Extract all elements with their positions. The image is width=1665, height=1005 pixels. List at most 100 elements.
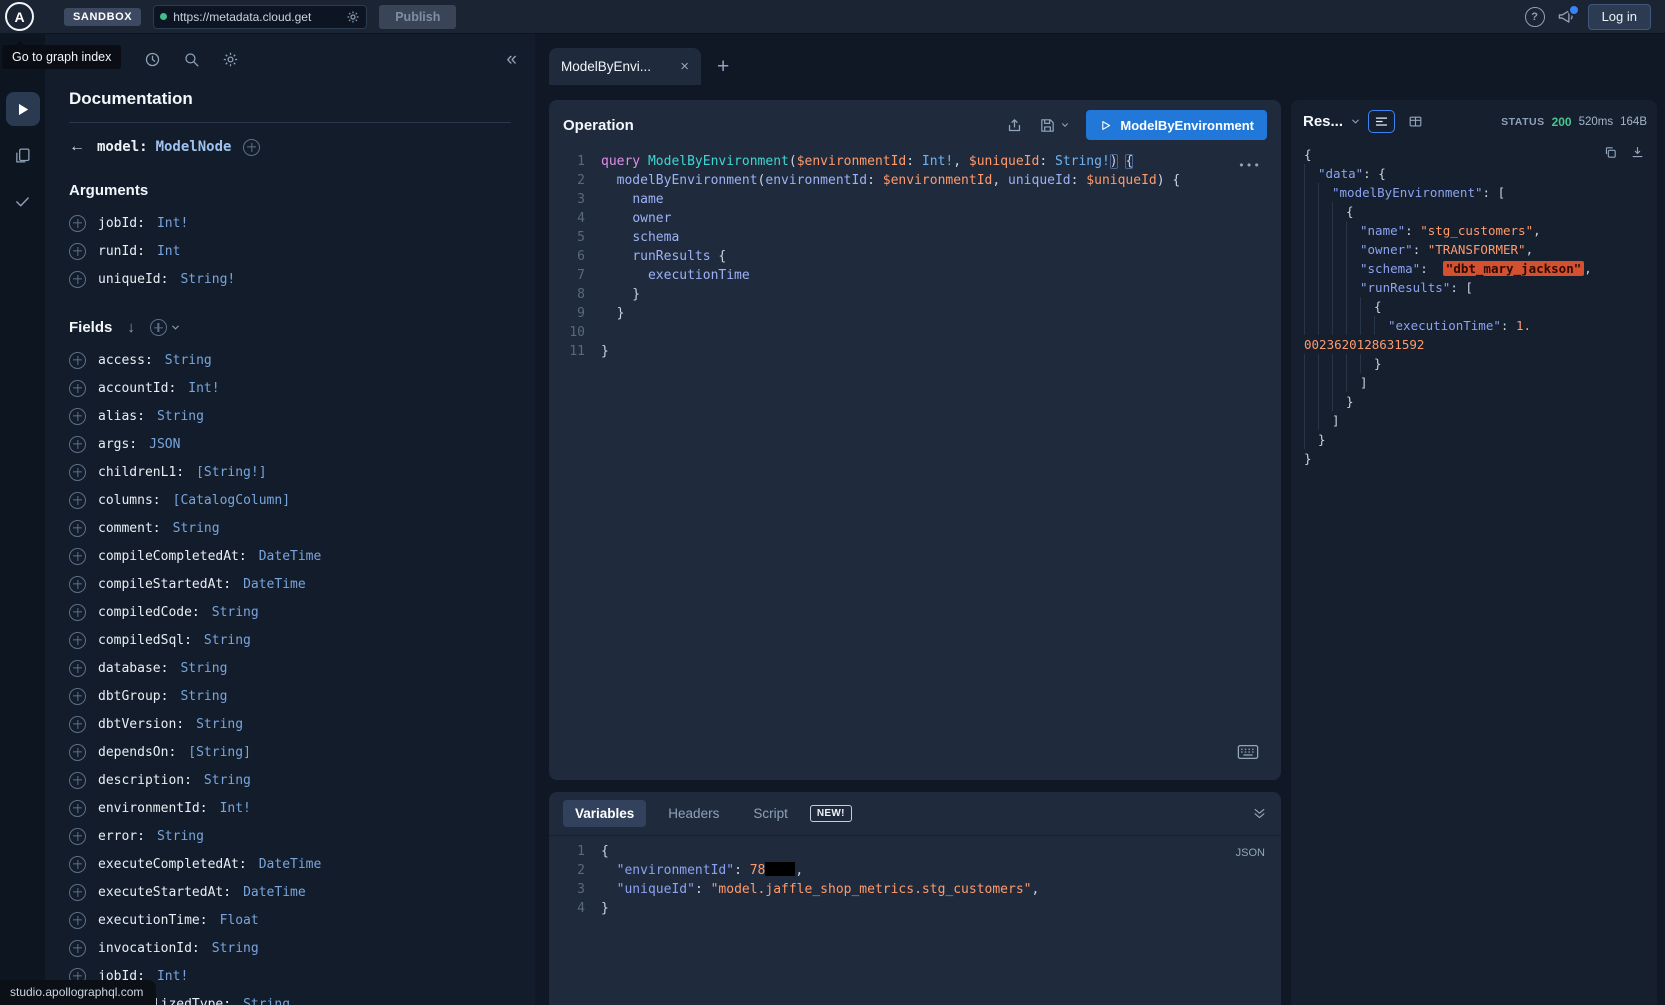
settings-gear-icon[interactable]: [222, 51, 239, 68]
publish-button[interactable]: Publish: [379, 5, 456, 29]
field-row[interactable]: compiledCode:String: [69, 598, 511, 626]
code-line: 11}: [549, 342, 1281, 361]
search-icon[interactable]: [183, 51, 200, 68]
add-to-query-icon[interactable]: [69, 464, 86, 481]
argument-row[interactable]: uniqueId:String!: [69, 265, 511, 293]
variables-editor[interactable]: 1{2 "environmentId": 78,3 "uniqueId": "m…: [549, 836, 1281, 1005]
response-chevron-down-icon[interactable]: [1350, 116, 1361, 127]
indent-guide: [1304, 202, 1318, 221]
explorer-nav-button[interactable]: [6, 92, 40, 126]
field-row[interactable]: executeStartedAt:DateTime: [69, 878, 511, 906]
new-tab-button[interactable]: +: [717, 55, 729, 79]
sort-fields-icon[interactable]: ↓: [127, 319, 135, 336]
add-to-query-icon[interactable]: [69, 884, 86, 901]
share-operation-icon[interactable]: [1006, 117, 1023, 134]
add-to-query-icon[interactable]: [69, 660, 86, 677]
editor-options-icon[interactable]: •••: [1238, 156, 1261, 175]
field-row[interactable]: args:JSON: [69, 430, 511, 458]
field-row[interactable]: database:String: [69, 654, 511, 682]
apollo-logo[interactable]: A: [5, 2, 34, 31]
operation-editor[interactable]: 1query ModelByEnvironment($environmentId…: [549, 150, 1281, 780]
checks-nav-button[interactable]: [6, 184, 40, 218]
add-to-query-icon[interactable]: [69, 243, 86, 260]
add-to-query-icon[interactable]: [69, 548, 86, 565]
response-table-view-button[interactable]: [1402, 110, 1429, 133]
add-to-query-icon[interactable]: [69, 408, 86, 425]
endpoint-url-input[interactable]: https://metadata.cloud.get: [173, 10, 340, 24]
endpoint-url-box[interactable]: https://metadata.cloud.get: [153, 5, 367, 29]
tab-variables[interactable]: Variables: [563, 800, 646, 827]
line-number: 4: [549, 899, 601, 918]
add-to-query-icon[interactable]: [69, 352, 86, 369]
field-row[interactable]: environmentId:Int!: [69, 794, 511, 822]
response-tree-view-button[interactable]: [1368, 110, 1395, 133]
add-to-query-icon[interactable]: [69, 912, 86, 929]
tab-headers[interactable]: Headers: [656, 800, 731, 827]
field-row[interactable]: childrenL1:[String!]: [69, 458, 511, 486]
field-row[interactable]: compiledSql:String: [69, 626, 511, 654]
add-all-fields-button[interactable]: [150, 319, 181, 336]
field-row[interactable]: dbtGroup:String: [69, 682, 511, 710]
login-button[interactable]: Log in: [1588, 4, 1651, 30]
add-to-query-icon[interactable]: [69, 380, 86, 397]
model-type-name[interactable]: ModelNode: [156, 139, 232, 155]
add-to-query-icon[interactable]: [69, 576, 86, 593]
save-operation-button[interactable]: [1039, 117, 1070, 134]
field-row[interactable]: comment:String: [69, 514, 511, 542]
field-row[interactable]: compileCompletedAt:DateTime: [69, 542, 511, 570]
argument-row[interactable]: runId:Int: [69, 237, 511, 265]
add-to-query-icon[interactable]: [69, 940, 86, 957]
field-row[interactable]: dbtVersion:String: [69, 710, 511, 738]
add-model-to-query-icon[interactable]: [243, 139, 260, 156]
add-to-query-icon[interactable]: [69, 772, 86, 789]
indent-guide: [1318, 221, 1332, 240]
add-to-query-icon[interactable]: [69, 744, 86, 761]
add-to-query-icon[interactable]: [69, 215, 86, 232]
help-icon[interactable]: ?: [1525, 7, 1545, 27]
add-to-query-icon[interactable]: [69, 520, 86, 537]
argument-row[interactable]: jobId:Int!: [69, 209, 511, 237]
add-to-query-icon[interactable]: [69, 828, 86, 845]
field-row[interactable]: columns:[CatalogColumn]: [69, 486, 511, 514]
editor-mode-label: JSON: [1236, 844, 1265, 863]
field-row[interactable]: compileStartedAt:DateTime: [69, 570, 511, 598]
schema-nav-button[interactable]: [6, 138, 40, 172]
add-to-query-icon[interactable]: [69, 716, 86, 733]
add-to-query-icon[interactable]: [69, 492, 86, 509]
add-to-query-icon[interactable]: [69, 688, 86, 705]
field-row[interactable]: executeCompletedAt:DateTime: [69, 850, 511, 878]
field-type: String: [212, 605, 259, 620]
download-response-icon[interactable]: [1630, 145, 1645, 160]
tab-script[interactable]: Script: [741, 800, 800, 827]
operation-tab[interactable]: ModelByEnvi... ×: [549, 48, 701, 85]
keyboard-shortcuts-icon[interactable]: [1237, 744, 1259, 760]
endpoint-settings-gear-icon[interactable]: [346, 10, 360, 24]
close-tab-icon[interactable]: ×: [680, 58, 689, 75]
collapse-sidebar-icon[interactable]: «: [506, 50, 517, 69]
add-to-query-icon[interactable]: [69, 436, 86, 453]
add-to-query-icon[interactable]: [69, 632, 86, 649]
add-to-query-icon[interactable]: [69, 856, 86, 873]
field-row[interactable]: dependsOn:[String]: [69, 738, 511, 766]
field-row[interactable]: executionTime:Float: [69, 906, 511, 934]
add-to-query-icon[interactable]: [69, 271, 86, 288]
line-number: 3: [549, 190, 601, 209]
code-line: 4}: [549, 899, 1281, 918]
add-to-query-icon[interactable]: [69, 800, 86, 817]
history-clock-icon[interactable]: [144, 51, 161, 68]
announcements-megaphone-icon[interactable]: [1557, 7, 1576, 26]
field-row[interactable]: accountId:Int!: [69, 374, 511, 402]
field-row[interactable]: access:String: [69, 346, 511, 374]
checkmark-icon: [14, 193, 31, 210]
indent-guide: [1332, 202, 1346, 221]
field-row[interactable]: description:String: [69, 766, 511, 794]
field-row[interactable]: alias:String: [69, 402, 511, 430]
field-row[interactable]: error:String: [69, 822, 511, 850]
field-row[interactable]: invocationId:String: [69, 934, 511, 962]
add-to-query-icon[interactable]: [69, 604, 86, 621]
back-arrow-icon[interactable]: ←: [69, 138, 85, 156]
collapse-variables-icon[interactable]: [1252, 806, 1267, 821]
run-operation-button[interactable]: ModelByEnvironment: [1086, 110, 1267, 140]
logo-letter: A: [14, 9, 24, 25]
copy-response-icon[interactable]: [1603, 145, 1618, 160]
